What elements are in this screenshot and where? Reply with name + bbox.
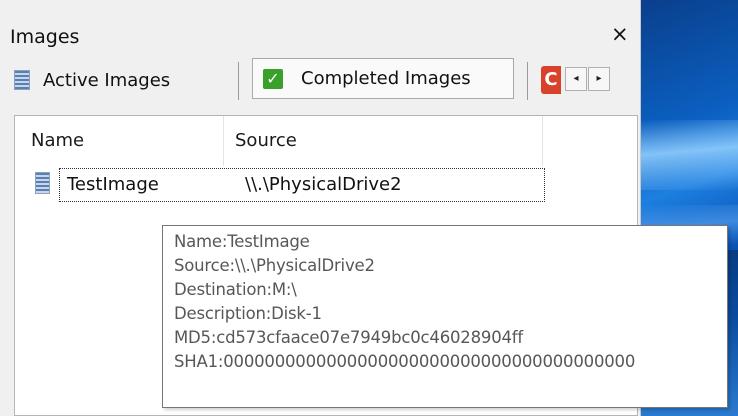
tab-label: Active Images	[43, 69, 171, 91]
tooltip-sha1: SHA1:00000000000000000000000000000000000…	[174, 352, 636, 371]
checkmark-icon: ✓	[263, 68, 283, 89]
images-panel: Images × Active Images ✓ Completed Image…	[0, 0, 728, 416]
desktop-light-beam	[640, 120, 738, 190]
tab-separator	[527, 62, 528, 100]
image-list-icon	[14, 70, 30, 90]
tab-label: Completed Images	[301, 68, 471, 89]
close-icon[interactable]: ×	[611, 22, 629, 46]
column-divider[interactable]	[223, 116, 224, 166]
tab-active-images[interactable]: Active Images	[14, 60, 170, 100]
image-row-icon	[35, 172, 50, 194]
tooltip-md5: MD5:cd573cfaace07e7949bc0c46028904ff	[174, 328, 524, 347]
column-divider[interactable]	[542, 116, 543, 166]
row-source-cell: \\.\PhysicalDrive2	[245, 174, 402, 195]
image-details-tooltip: Name:TestImage Source:\\.\PhysicalDrive2…	[162, 225, 728, 408]
column-header-name[interactable]: Name	[31, 130, 84, 151]
panel-title: Images	[10, 26, 80, 48]
tab-scroll-left-button[interactable]: ◂	[565, 67, 587, 91]
tooltip-description: Description:Disk-1	[174, 304, 322, 323]
tab-scroll-right-button[interactable]: ▸	[588, 67, 610, 91]
row-name-cell: TestImage	[67, 174, 159, 195]
column-header-source[interactable]: Source	[235, 130, 297, 151]
tab-separator	[238, 62, 239, 100]
tooltip-name: Name:TestImage	[174, 232, 310, 251]
tab-completed-images[interactable]: ✓ Completed Images	[252, 58, 514, 99]
tooltip-destination: Destination:M:\	[174, 280, 297, 299]
partial-tab-icon[interactable]: C	[541, 66, 561, 94]
tooltip-source: Source:\\.\PhysicalDrive2	[174, 256, 375, 275]
